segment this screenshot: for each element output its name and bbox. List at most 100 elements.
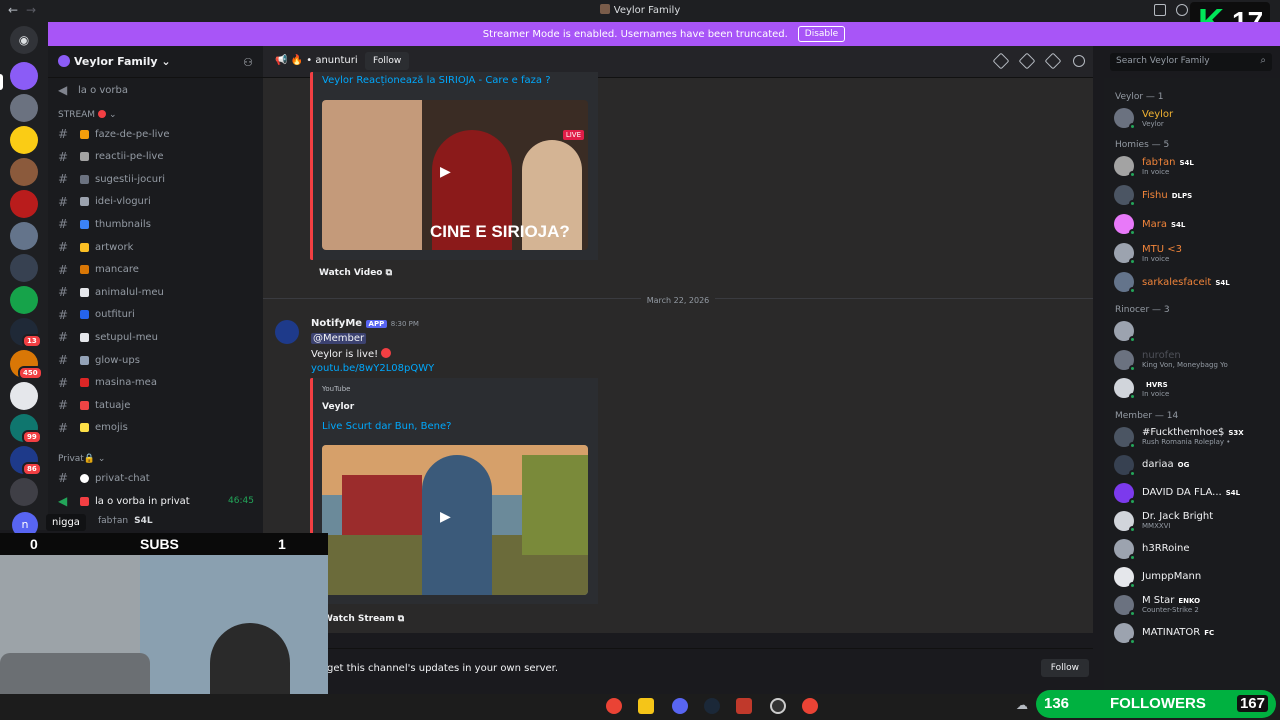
member-item[interactable]: nurofen King Von, Moneybagg Yo xyxy=(1114,348,1228,372)
channel-privat-chat[interactable]: # privat-chat xyxy=(58,468,150,488)
channel-mancare[interactable]: # mancare xyxy=(58,260,139,280)
server-icon[interactable] xyxy=(10,382,38,410)
member-name: h3RRoine xyxy=(1142,543,1190,554)
follow-button[interactable]: Follow xyxy=(365,52,410,70)
member-item[interactable]: M Star ENKO Counter-Strike 2 xyxy=(1114,593,1200,617)
live-badge: LIVE xyxy=(562,130,584,140)
member-item[interactable]: Dr. Jack Bright MMXXVI xyxy=(1114,509,1213,533)
stream-thumbnail[interactable]: ▶ xyxy=(322,445,588,595)
avatar xyxy=(1114,214,1136,236)
channel-masina-mea[interactable]: # masina-mea xyxy=(58,373,157,393)
channel-tatuaje[interactable]: # tatuaje xyxy=(58,395,130,415)
discord-home-icon[interactable]: ◉ xyxy=(10,26,38,54)
voice-channel-private[interactable]: ◀ la o vorba in privat 46:45 xyxy=(58,491,254,511)
chrome-icon[interactable] xyxy=(802,698,818,714)
server-icon[interactable] xyxy=(10,222,38,250)
member-name: fab†an S4L xyxy=(1142,157,1194,168)
channel-outfituri[interactable]: # outfituri xyxy=(58,305,135,325)
channel-reactii-pe-live[interactable]: # reactii-pe-live xyxy=(58,147,164,167)
member-activity: Counter-Strike 2 xyxy=(1142,606,1199,614)
follow-channel-button[interactable]: Follow xyxy=(1040,659,1089,677)
server-icon[interactable] xyxy=(10,286,38,314)
voicemeeter-icon[interactable] xyxy=(736,698,752,714)
embed-title-link[interactable]: Veylor Reacționează la SIRIOJA - Care e … xyxy=(322,75,551,86)
tray-icon[interactable]: ☁ xyxy=(1016,698,1032,714)
pin-icon[interactable] xyxy=(1044,52,1062,70)
member-item[interactable]: sarkalesfaceit S4L xyxy=(1114,270,1230,294)
window-title: Veylor Family xyxy=(0,4,1280,16)
hash-icon: # xyxy=(58,149,69,164)
phone-icon xyxy=(80,496,89,506)
member-item[interactable]: fab†an S4L In voice xyxy=(1114,154,1194,178)
channel-emojis[interactable]: # emojis xyxy=(58,418,128,438)
embed-author[interactable]: Veylor xyxy=(322,402,354,412)
member-name-text: Mara xyxy=(1142,218,1167,230)
author-name[interactable]: NotifyMe xyxy=(311,318,362,329)
channel-animalul-meu[interactable]: # animalul-meu xyxy=(58,282,164,302)
member-item[interactable]: Mara S4L xyxy=(1114,212,1185,236)
obs-icon[interactable] xyxy=(770,698,786,714)
channel-sugestii-jocuri[interactable]: # sugestii-jocuri xyxy=(58,169,165,189)
server-header[interactable]: Veylor Family ⌄ ⚇ xyxy=(48,46,263,78)
member-item[interactable]: MTU <3 In voice xyxy=(1114,241,1182,265)
steam-icon[interactable] xyxy=(704,698,720,714)
members-icon[interactable] xyxy=(1073,55,1085,67)
watch-video-button[interactable]: Watch Video ⧉ xyxy=(319,268,392,278)
member-item[interactable]: #Fuckthemhoe$ S3X Rush Romania Roleplay • xyxy=(1114,425,1244,449)
channel-idei-vloguri[interactable]: # idei-vloguri xyxy=(58,192,151,212)
mute-icon[interactable] xyxy=(1018,52,1036,70)
avatar xyxy=(1114,243,1136,265)
avatar xyxy=(1114,321,1136,343)
member-item[interactable]: dariaa OG xyxy=(1114,453,1189,477)
embed-title-link[interactable]: Live Scurt dar Bun, Bene? xyxy=(322,421,451,432)
channel-faze-de-pe-live[interactable]: # faze-de-pe-live xyxy=(58,124,170,144)
folder-icon[interactable] xyxy=(638,698,654,714)
member-item[interactable]: h3RRoine xyxy=(1114,537,1190,561)
youtube-link[interactable]: youtu.be/8wY2L08pQWY xyxy=(311,363,434,374)
channel-setupul-meu[interactable]: # setupul-meu xyxy=(58,327,158,347)
discord-taskbar-icon[interactable] xyxy=(672,698,688,714)
channel-glow-ups[interactable]: # glow-ups xyxy=(58,350,140,370)
video-thumbnail[interactable]: LIVE CINE E SIRIOJA? ▶ xyxy=(322,100,588,250)
embed-stripe xyxy=(310,72,313,260)
channel-artwork[interactable]: # artwork xyxy=(58,237,133,257)
member-name-text: h3RRoine xyxy=(1142,543,1190,554)
member-item[interactable]: HVRS In voice xyxy=(1114,376,1169,400)
server-icon[interactable] xyxy=(10,190,38,218)
member-item[interactable] xyxy=(1114,319,1142,343)
member-item[interactable]: JumppMann xyxy=(1114,565,1201,589)
status-dot xyxy=(1129,497,1136,505)
member-item[interactable]: Fishu DLPS xyxy=(1114,183,1192,207)
server-icon[interactable] xyxy=(10,254,38,282)
member-name-text: DAVID DA FLA... xyxy=(1142,487,1222,498)
help-icon[interactable] xyxy=(1176,4,1188,16)
member-name-text: Veylor xyxy=(1142,108,1174,120)
inbox-icon[interactable] xyxy=(1154,4,1166,16)
server-icon[interactable] xyxy=(10,126,38,154)
voice-user[interactable]: fab†an S4L xyxy=(98,516,153,526)
server-icon-veylor[interactable] xyxy=(10,62,38,90)
threads-icon[interactable] xyxy=(992,52,1010,70)
hash-icon: # xyxy=(58,353,69,367)
category-privat[interactable]: Privat🔒 ⌄ xyxy=(58,454,105,464)
play-icon[interactable]: ▶ xyxy=(440,164,451,180)
server-icon[interactable] xyxy=(10,478,38,506)
server-icon[interactable] xyxy=(10,94,38,122)
add-friend-icon[interactable]: ⚇ xyxy=(243,56,253,69)
author-avatar[interactable] xyxy=(275,320,299,344)
play-icon[interactable]: ▶ xyxy=(440,509,451,525)
category-stream[interactable]: STREAM ⌄ xyxy=(58,110,116,120)
voice-channel[interactable]: ◀ la o vorba xyxy=(58,80,128,100)
channel-thumbnails[interactable]: # thumbnails xyxy=(58,214,151,234)
server-icon[interactable] xyxy=(10,158,38,186)
disable-button[interactable]: Disable xyxy=(797,26,846,42)
search-input[interactable]: Search Veylor Family ⌕ xyxy=(1110,53,1272,71)
speech-icon xyxy=(80,473,89,483)
chrome-icon[interactable] xyxy=(606,698,622,714)
watch-stream-button[interactable]: Watch Stream ⧉ xyxy=(323,614,404,624)
member-item[interactable]: Veylor Veylor xyxy=(1114,106,1173,130)
mention[interactable]: @Member xyxy=(311,333,367,344)
member-item[interactable]: MATINATOR FC xyxy=(1114,621,1214,645)
guild-tag: S3X xyxy=(1228,429,1244,437)
member-item[interactable]: DAVID DA FLA... S4L xyxy=(1114,481,1240,505)
